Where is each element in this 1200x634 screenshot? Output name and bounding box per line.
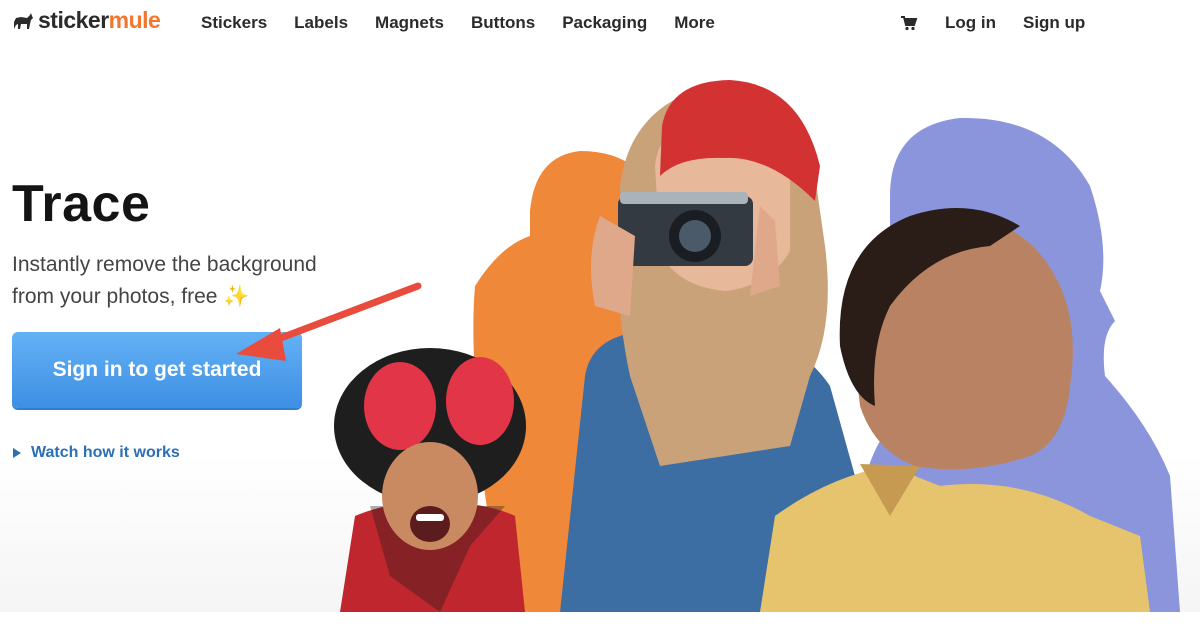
page-title: Trace [12, 175, 151, 233]
nav-stickers[interactable]: Stickers [201, 13, 267, 33]
page-bottom [0, 612, 1200, 634]
sign-in-to-get-started-button[interactable]: Sign in to get started [12, 332, 302, 408]
account-nav: Log in Sign up [900, 13, 1085, 33]
watch-how-it-works-label: Watch how it works [31, 444, 180, 461]
nav-labels[interactable]: Labels [294, 13, 348, 33]
top-nav: stickermule Stickers Labels Magnets Butt… [0, 0, 1200, 46]
logo-wordmark: stickermule [38, 7, 161, 33]
main-nav: Stickers Labels Magnets Buttons Packagin… [201, 13, 715, 33]
nav-more[interactable]: More [674, 13, 715, 33]
hero-subtitle: Instantly remove the background from you… [12, 249, 372, 313]
logo[interactable]: stickermule [12, 7, 161, 33]
watch-how-it-works-link[interactable]: Watch how it works [13, 444, 180, 462]
hero-image-collage [330, 46, 1200, 612]
sparkles-icon: ✨ [223, 285, 250, 308]
subtitle-line-2: from your photos, free [12, 285, 218, 308]
signup-link[interactable]: Sign up [1023, 13, 1085, 33]
subtitle-line-1: Instantly remove the background [12, 253, 317, 276]
nav-buttons[interactable]: Buttons [471, 13, 535, 33]
nav-magnets[interactable]: Magnets [375, 13, 444, 33]
cart-icon[interactable] [900, 14, 918, 32]
boy-figure [334, 348, 526, 612]
mule-icon [14, 12, 33, 29]
play-triangle-icon [13, 448, 21, 458]
login-link[interactable]: Log in [945, 13, 996, 33]
nav-packaging[interactable]: Packaging [562, 13, 647, 33]
hero: Trace Instantly remove the background fr… [0, 46, 1200, 612]
